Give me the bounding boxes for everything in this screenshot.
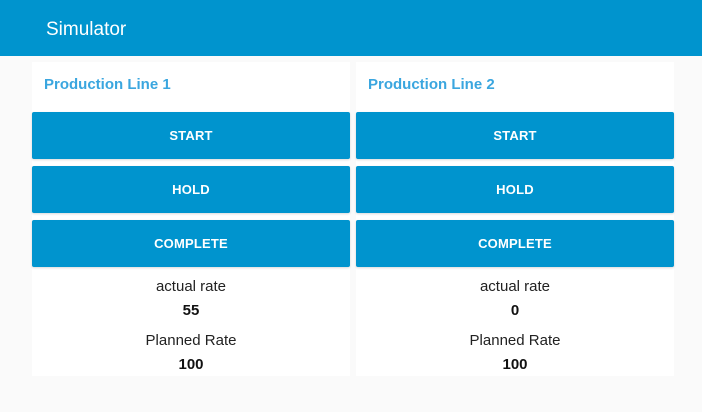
planned-rate-value: 100 [178, 356, 204, 373]
actual-rate-label: actual rate [155, 278, 227, 295]
planned-rate-value: 100 [502, 356, 528, 373]
production-line-1-panel: Production Line 1 START HOLD COMPLETE ac… [32, 62, 350, 376]
hold-button[interactable]: HOLD [32, 166, 350, 213]
planned-rate-label: Planned Rate [145, 332, 237, 349]
actual-rate-value: 0 [510, 302, 520, 319]
complete-button[interactable]: COMPLETE [356, 220, 674, 267]
app-title: Simulator [46, 19, 127, 40]
start-button[interactable]: START [32, 112, 350, 159]
planned-rate-label: Planned Rate [469, 332, 561, 349]
production-line-2-panel: Production Line 2 START HOLD COMPLETE ac… [356, 62, 674, 376]
hold-button[interactable]: HOLD [356, 166, 674, 213]
panel-title: Production Line 1 [44, 76, 171, 93]
actual-rate-value: 55 [182, 302, 200, 319]
start-button[interactable]: START [356, 112, 674, 159]
complete-button[interactable]: COMPLETE [32, 220, 350, 267]
app-header: Simulator [0, 0, 702, 56]
actual-rate-label: actual rate [479, 278, 551, 295]
panel-title: Production Line 2 [368, 76, 495, 93]
